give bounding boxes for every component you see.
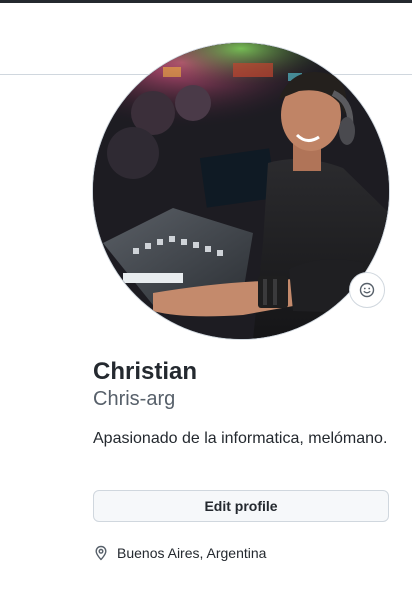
location-text: Buenos Aires, Argentina — [117, 545, 267, 561]
avatar-container — [93, 43, 389, 339]
avatar-photo — [93, 43, 389, 339]
top-nav-bar-edge — [0, 0, 412, 3]
smiley-icon — [359, 282, 375, 298]
location-pin-icon — [93, 545, 109, 561]
avatar[interactable] — [93, 43, 389, 339]
set-status-button[interactable] — [349, 272, 385, 308]
edit-profile-button[interactable]: Edit profile — [93, 490, 389, 522]
profile-display-name: Christian — [93, 358, 198, 385]
profile-location: Buenos Aires, Argentina — [93, 543, 266, 563]
profile-bio: Apasionado de la informatica, melómano. — [93, 430, 388, 447]
profile-username: Chris-arg — [93, 388, 176, 410]
